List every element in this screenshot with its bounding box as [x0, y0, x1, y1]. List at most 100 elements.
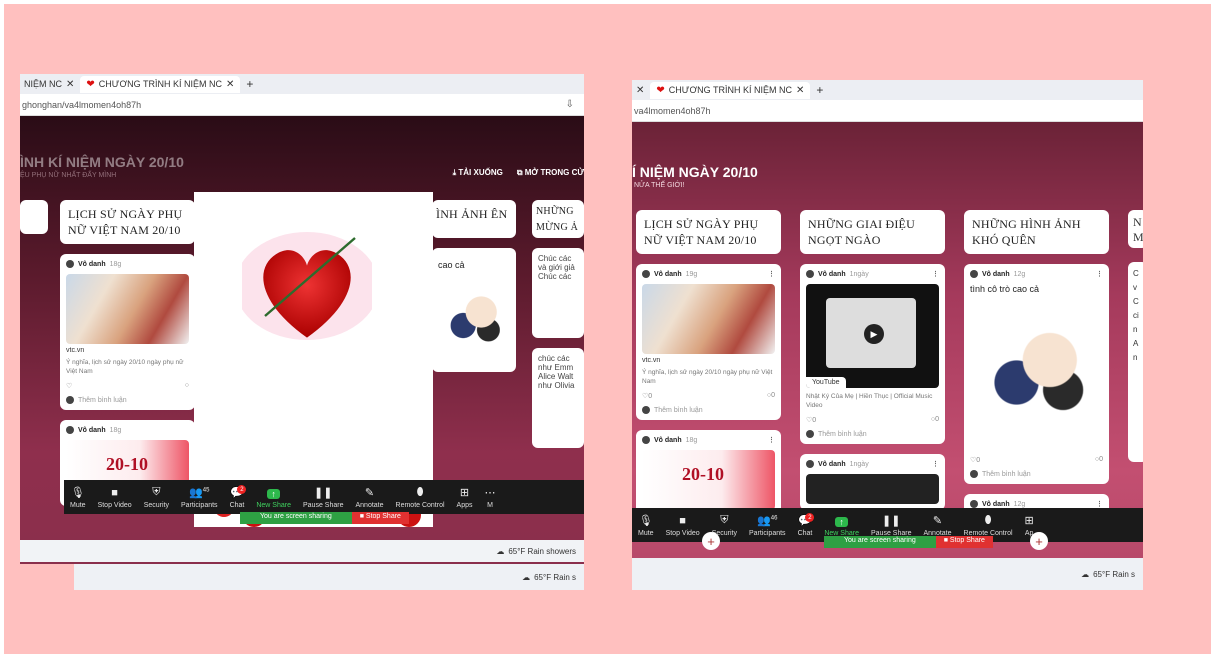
new-tab-icon[interactable]: +: [816, 83, 823, 97]
pause-icon: ❚❚: [314, 487, 333, 499]
pause-share-button[interactable]: ❚❚ Pause Share: [297, 486, 349, 514]
add-comment[interactable]: Thêm bình luận: [66, 396, 189, 404]
post-image: [642, 284, 775, 354]
post-image: [66, 274, 189, 344]
browser-tab-active[interactable]: ❤ CHƯƠNG TRÌNH KÍ NIỆM NC ✕: [650, 81, 811, 99]
taskbar-second: ☁ 65°F Rain s: [74, 564, 584, 590]
browser-tabbar: NIỆM NC ✕ ❤ CHƯƠNG TRÌNH KÍ NIỆM NC ✕ +: [20, 74, 584, 94]
add-post-icon[interactable]: +: [702, 532, 720, 550]
microphone-icon: 🎙: [638, 515, 653, 527]
add-comment[interactable]: Thêm bình luận: [642, 406, 775, 414]
mute-button[interactable]: 🎙 Mute: [64, 486, 92, 514]
column-header: LỊCH SỬ NGÀY PHỤ NỮ VIỆT NAM 20/10: [60, 200, 195, 244]
post-card[interactable]: cao cả: [432, 248, 516, 372]
comment-icon: ○0: [766, 392, 775, 399]
sharing-label: You are screen sharing: [240, 512, 352, 524]
browser-tab-active[interactable]: ❤ CHƯƠNG TRÌNH KÍ NIỆM NC ✕: [80, 75, 241, 93]
remote-control-button[interactable]: ⬮ Remote Control: [390, 486, 451, 514]
new-tab-icon[interactable]: +: [246, 77, 253, 91]
weather-text: 65°F Rain s: [1093, 569, 1135, 579]
screenshot-left: NIỆM NC ✕ ❤ CHƯƠNG TRÌNH KÍ NIỆM NC ✕ + gho…: [20, 74, 584, 564]
video-icon: ■: [679, 515, 686, 527]
add-post-icon[interactable]: +: [1030, 532, 1048, 550]
address-bar[interactable]: va4lmomen4oh87h: [632, 100, 1143, 122]
zoom-toolbar: 🎙 Mute ■ Stop Video ⛨ Security 👥45 Participa…: [64, 480, 584, 514]
download-icon[interactable]: ⇩: [566, 99, 574, 110]
weather-text: 65°F Rain s: [534, 572, 576, 582]
mouse-icon: ⬮: [984, 514, 992, 526]
weather-icon: ☁: [496, 546, 505, 556]
column-header-partial: N M: [1128, 210, 1143, 248]
url-text: ghonghan/va4lmomen4oh87h: [22, 99, 142, 110]
sharing-status: You are screen sharing ■ Stop Share: [824, 536, 993, 548]
close-icon[interactable]: ✕: [226, 79, 234, 90]
participants-button[interactable]: 👥45 Participants: [175, 486, 224, 514]
annotate-button[interactable]: ✎ Annotate: [349, 486, 389, 514]
board-subtitle: ỆU PHỤ NỮ NHẤT ĐẤY MÌNH: [20, 172, 117, 179]
participants-icon: 👥46: [757, 515, 778, 527]
post-card[interactable]: Vô danh 18g ⋮ 20-10: [636, 430, 781, 516]
stop-share-button[interactable]: ■ Stop Share: [935, 536, 993, 548]
add-comment[interactable]: Thêm bình luận: [806, 430, 939, 438]
comment-icon: ○0: [1094, 456, 1103, 463]
post-card[interactable]: Vô danh 12g ⋮ tình cô trò cao cả ♡0 ○0 Thêm…: [964, 264, 1109, 484]
post-card-partial[interactable]: C v C ci n A n: [1128, 262, 1143, 462]
post-card[interactable]: Vô danh 19g ⋮ vtc.vn Ý nghĩa, lịch sử ngày…: [636, 264, 781, 420]
heart-icon[interactable]: ♡: [66, 382, 72, 390]
download-button[interactable]: ⤓ TẢI XUỐNG: [453, 168, 503, 178]
tab-label: CHƯƠNG TRÌNH KÍ NIỆM NC: [98, 79, 223, 89]
post-card[interactable]: Vô danh 1ngày ⋮ ▶ YouTube Nhật Ký Của Mẹ | …: [800, 264, 945, 444]
share-icon: ↑: [267, 489, 280, 499]
browser-tab[interactable]: NIỆM NC ✕: [24, 79, 74, 90]
mute-button[interactable]: 🎙 Mute: [632, 514, 660, 542]
taskbar: ☁ 65°F Rain s: [632, 558, 1143, 590]
board-title: Í NIỆM NGÀY 20/10: [632, 164, 758, 180]
weather-icon: ☁: [1081, 569, 1090, 579]
add-comment[interactable]: Thêm bình luận: [970, 470, 1103, 478]
tab-label: NIỆM NC: [24, 79, 62, 89]
weather-icon: ☁: [522, 572, 531, 582]
post-card[interactable]: Vô danh 1ngày ⋮: [800, 454, 945, 510]
apps-icon: ⊞: [459, 487, 470, 499]
heart-icon: ♡0: [642, 393, 653, 400]
avatar: [806, 460, 814, 468]
column-header: LỊCH SỬ NGÀY PHỤ NỮ VIỆT NAM 20/10: [636, 210, 781, 254]
comment-icon[interactable]: ○: [185, 382, 189, 390]
security-button[interactable]: ⛨ Security: [138, 486, 175, 514]
participants-button[interactable]: 👥46 Participants: [743, 514, 792, 542]
video-thumbnail[interactable]: ▶ YouTube: [806, 284, 939, 388]
post-card[interactable]: Chúc các và giới giả Chúc các: [532, 248, 584, 338]
avatar: [806, 270, 814, 278]
screenshot-right: ✕ ❤ CHƯƠNG TRÌNH KÍ NIỆM NC ✕ + va4lmomen4…: [632, 80, 1143, 558]
new-share-button[interactable]: ↑ New Share: [250, 489, 297, 514]
post-card[interactable]: chúc các như Emm Alice Walt như Olivia: [532, 348, 584, 448]
column-wishes: NHỮNG MỪNG Ả Chúc các và giới giả Chúc c…: [532, 200, 584, 448]
heart-roses-image: [242, 232, 372, 340]
column-history: LỊCH SỬ NGÀY PHỤ NỮ VIỆT NAM 20/10 Vô da…: [60, 200, 195, 506]
avatar: [970, 270, 978, 278]
column-header: NHỮNG HÌNH ẢNH KHÓ QUÊN: [964, 210, 1109, 254]
banner-image: 20-10: [642, 450, 775, 510]
close-icon[interactable]: ✕: [66, 79, 74, 90]
column-memories: NHỮNG HÌNH ẢNH KHÓ QUÊN Vô danh 12g ⋮ tình…: [964, 210, 1109, 514]
heart-icon: ♡0: [806, 417, 817, 424]
stop-share-button[interactable]: ■ Stop Share: [351, 512, 409, 524]
chat-button[interactable]: 💬 2 Chat: [224, 485, 251, 514]
more-icon: ⋮: [768, 271, 775, 278]
more-button[interactable]: ⋯ M: [479, 486, 502, 514]
chat-badge: 2: [237, 485, 247, 494]
open-button[interactable]: ⧉ MỞ TRONG CỬ: [517, 168, 584, 178]
comment-icon: ○0: [930, 416, 939, 423]
board-subtitle: NỬA THẾ GIỚI!: [634, 182, 685, 189]
stop-video-button[interactable]: ■ Stop Video: [660, 515, 706, 542]
post-card[interactable]: Vô danh 18g vtc.vn Ý nghĩa, lịch sử ngày …: [60, 254, 195, 410]
stop-video-button[interactable]: ■ Stop Video: [92, 487, 138, 514]
close-icon[interactable]: ✕: [636, 85, 644, 96]
apps-button[interactable]: ⊞ Apps: [451, 486, 479, 514]
address-bar[interactable]: ghonghan/va4lmomen4oh87h ⇩: [20, 94, 584, 116]
heart-icon: ♡0: [970, 457, 981, 464]
pencil-icon: ✎: [364, 487, 375, 499]
close-icon[interactable]: ✕: [796, 85, 804, 96]
mouse-icon: ⬮: [416, 486, 424, 498]
chat-button[interactable]: 💬 2 Chat: [792, 513, 819, 542]
